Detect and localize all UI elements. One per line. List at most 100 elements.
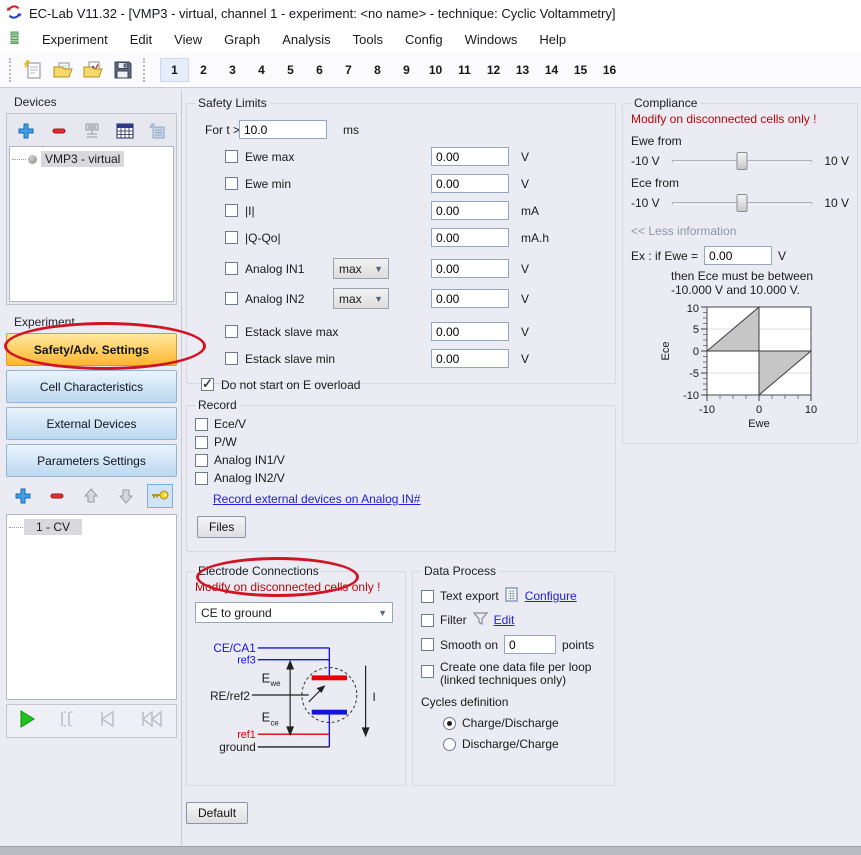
- filter-checkbox[interactable]: [421, 614, 434, 627]
- pause-icon[interactable]: [57, 709, 77, 734]
- channel-6[interactable]: 6: [305, 58, 334, 82]
- save-icon[interactable]: [108, 56, 138, 84]
- remove-device-icon[interactable]: [46, 119, 72, 143]
- device-label[interactable]: VMP3 - virtual: [41, 151, 124, 167]
- chevron-down-icon: ▼: [375, 608, 390, 618]
- estack-slave-min-checkbox[interactable]: [225, 352, 238, 365]
- record-analog-in1-checkbox[interactable]: [195, 454, 208, 467]
- ewe-subscript: we: [270, 679, 281, 688]
- charge-discharge-radio[interactable]: [443, 717, 456, 730]
- menu-analysis[interactable]: Analysis: [281, 30, 331, 49]
- charge-limit-input[interactable]: 0.00: [431, 228, 509, 247]
- estack-slave-max-input[interactable]: 0.00: [431, 322, 509, 341]
- example-ewe-input[interactable]: 0.00: [704, 246, 772, 265]
- next-experiment-icon[interactable]: [140, 709, 166, 734]
- loop-file-checkbox[interactable]: [421, 665, 434, 678]
- add-device-icon[interactable]: [13, 119, 39, 143]
- ewe-min-input[interactable]: 0.00: [431, 174, 509, 193]
- smooth-checkbox[interactable]: [421, 638, 434, 651]
- channel-12[interactable]: 12: [479, 58, 508, 82]
- tab-cell-characteristics[interactable]: Cell Characteristics: [6, 370, 177, 403]
- open-graph-icon[interactable]: [78, 56, 108, 84]
- slider-thumb[interactable]: [737, 152, 748, 170]
- ewe-range-min: -10 V: [631, 154, 660, 168]
- analog-in2-input[interactable]: 0.00: [431, 289, 509, 308]
- device-tree-item[interactable]: VMP3 - virtual: [12, 151, 171, 167]
- tab-safety-adv-settings[interactable]: Safety/Adv. Settings: [6, 333, 177, 366]
- channel-11[interactable]: 11: [450, 58, 479, 82]
- analog-in1-input[interactable]: 0.00: [431, 259, 509, 278]
- menu-windows[interactable]: Windows: [464, 30, 519, 49]
- channel-14[interactable]: 14: [537, 58, 566, 82]
- new-protocol-icon[interactable]: [18, 56, 48, 84]
- technique-label[interactable]: 1 - CV: [24, 519, 82, 535]
- channel-7[interactable]: 7: [334, 58, 363, 82]
- current-limit-input[interactable]: 0.00: [431, 201, 509, 220]
- move-up-icon[interactable]: [78, 484, 104, 508]
- slider-thumb[interactable]: [737, 194, 748, 212]
- record-analog-in2-checkbox[interactable]: [195, 472, 208, 485]
- ewe-min-checkbox[interactable]: [225, 177, 238, 190]
- open-experiment-icon[interactable]: [48, 56, 78, 84]
- record-external-devices-link[interactable]: Record external devices on Analog IN#: [213, 492, 420, 506]
- channel-5[interactable]: 5: [276, 58, 305, 82]
- analog-in1-mode-dropdown[interactable]: max▼: [333, 258, 389, 279]
- analog-in1-checkbox[interactable]: [225, 262, 238, 275]
- files-button[interactable]: Files: [197, 516, 246, 538]
- channel-3[interactable]: 3: [218, 58, 247, 82]
- technique-tree-item[interactable]: 1 - CV: [9, 519, 174, 535]
- filter-edit-link[interactable]: Edit: [494, 613, 515, 627]
- ewe-max-checkbox[interactable]: [225, 150, 238, 163]
- channel-16[interactable]: 16: [595, 58, 624, 82]
- channel-grid-icon[interactable]: [112, 119, 138, 143]
- current-limit-unit: mA: [521, 204, 539, 218]
- devices-tree: VMP3 - virtual: [9, 146, 174, 302]
- analog-in2-mode-dropdown[interactable]: max▼: [333, 288, 389, 309]
- channel-10[interactable]: 10: [421, 58, 450, 82]
- channel-1[interactable]: 1: [160, 58, 189, 82]
- menu-edit[interactable]: Edit: [129, 30, 153, 49]
- tab-external-devices[interactable]: External Devices: [6, 407, 177, 440]
- modify-key-icon[interactable]: [147, 484, 173, 508]
- menu-experiment[interactable]: Experiment: [41, 30, 109, 49]
- default-button[interactable]: Default: [186, 802, 248, 824]
- menu-tools[interactable]: Tools: [352, 30, 384, 49]
- current-limit-checkbox[interactable]: [225, 204, 238, 217]
- record-ece-checkbox[interactable]: [195, 418, 208, 431]
- discharge-charge-radio[interactable]: [443, 738, 456, 751]
- channel-13[interactable]: 13: [508, 58, 537, 82]
- ewe-max-input[interactable]: 0.00: [431, 147, 509, 166]
- less-information-link[interactable]: << Less information: [631, 224, 849, 238]
- move-down-icon[interactable]: [113, 484, 139, 508]
- configure-link[interactable]: Configure: [525, 589, 577, 603]
- ewe-compliance-slider[interactable]: [670, 151, 815, 171]
- firmware-icon[interactable]: [145, 119, 171, 143]
- smooth-unit-label: points: [562, 638, 594, 652]
- record-power-checkbox[interactable]: [195, 436, 208, 449]
- channel-8[interactable]: 8: [363, 58, 392, 82]
- estack-slave-max-checkbox[interactable]: [225, 325, 238, 338]
- smooth-points-input[interactable]: 0: [504, 635, 556, 654]
- menu-help[interactable]: Help: [538, 30, 567, 49]
- connection-dropdown[interactable]: CE to ground▼: [195, 602, 393, 623]
- for-t-input[interactable]: 10.0: [239, 120, 327, 139]
- channel-4[interactable]: 4: [247, 58, 276, 82]
- overload-checkbox[interactable]: [201, 378, 214, 391]
- text-export-checkbox[interactable]: [421, 590, 434, 603]
- menu-config[interactable]: Config: [404, 30, 444, 49]
- ece-compliance-slider[interactable]: [670, 193, 815, 213]
- play-icon[interactable]: [17, 709, 37, 734]
- device-config-icon[interactable]: [79, 119, 105, 143]
- estack-slave-min-input[interactable]: 0.00: [431, 349, 509, 368]
- next-technique-icon[interactable]: [98, 709, 120, 734]
- channel-15[interactable]: 15: [566, 58, 595, 82]
- menu-view[interactable]: View: [173, 30, 203, 49]
- menu-graph[interactable]: Graph: [223, 30, 261, 49]
- tab-parameters-settings[interactable]: Parameters Settings: [6, 444, 177, 477]
- channel-2[interactable]: 2: [189, 58, 218, 82]
- analog-in2-checkbox[interactable]: [225, 292, 238, 305]
- charge-limit-checkbox[interactable]: [225, 231, 238, 244]
- channel-9[interactable]: 9: [392, 58, 421, 82]
- remove-technique-icon[interactable]: [44, 484, 70, 508]
- add-technique-icon[interactable]: [10, 484, 36, 508]
